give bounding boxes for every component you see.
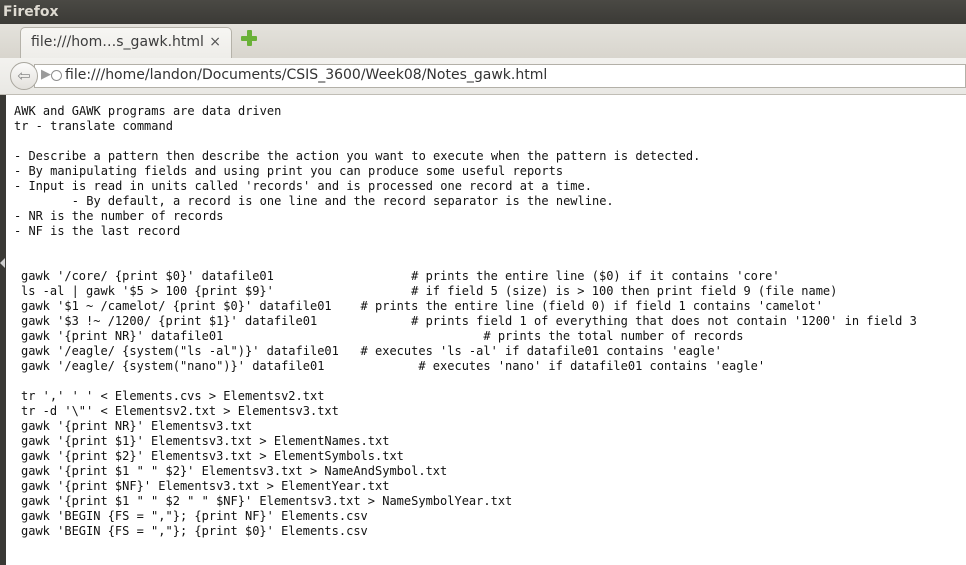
navigation-bar: ▶ file:///home/landon/Documents/CSIS_360… — [0, 58, 966, 95]
url-bar[interactable]: ▶ file:///home/landon/Documents/CSIS_360… — [34, 64, 966, 88]
command-line: tr -d '\"' < Elementsv2.txt > Elementsv3… — [21, 404, 339, 418]
note-line: - NR is the number of records — [14, 209, 224, 223]
tab-title: file:///hom…s_gawk.html — [31, 34, 204, 50]
note-line: - NF is the last record — [14, 224, 181, 238]
tab-current[interactable]: file:///hom…s_gawk.html × — [20, 27, 232, 58]
command-line: gawk '{print $1 " " $2 " " $NF}' Element… — [21, 494, 513, 508]
command-line: gawk '{print NR}' datafile01 # prints th… — [21, 329, 744, 343]
note-line: AWK and GAWK programs are data driven — [14, 104, 282, 118]
command-line: gawk '$1 ~ /camelot/ {print $0}' datafil… — [21, 299, 823, 313]
window-title: Firefox — [3, 4, 59, 20]
command-line: gawk '{print $NF}' Elementsv3.txt > Elem… — [21, 479, 390, 493]
back-arrow-icon[interactable]: ⇦ — [10, 62, 38, 90]
page-content: AWK and GAWK programs are data driven tr … — [0, 95, 966, 565]
command-line: gawk 'BEGIN {FS = ","}; {print $0}' Elem… — [21, 524, 368, 538]
command-line: gawk '{print $1 " " $2}' Elementsv3.txt … — [21, 464, 448, 478]
globe-icon — [51, 70, 62, 81]
commands-block: gawk '/core/ {print $0}' datafile01 # pr… — [21, 269, 917, 539]
note-line — [14, 134, 700, 149]
sidebar-toggle-arrow-icon[interactable] — [0, 258, 5, 268]
command-line — [21, 374, 917, 389]
command-line: gawk '{print NR}' Elementsv3.txt — [21, 419, 253, 433]
note-line: - Describe a pattern then describe the a… — [14, 149, 701, 163]
command-line: tr ',' ' ' < Elements.cvs > Elementsv2.t… — [21, 389, 325, 403]
note-line: - Input is read in units called 'records… — [14, 179, 592, 193]
command-line: gawk '/core/ {print $0}' datafile01 # pr… — [21, 269, 780, 283]
command-line: gawk '$3 !~ /1200/ {print $1}' datafile0… — [21, 314, 917, 328]
note-line: - By default, a record is one line and t… — [14, 194, 614, 208]
command-line: gawk '/eagle/ {system("ls -al")}' datafi… — [21, 344, 722, 358]
note-line: - By manipulating fields and using print… — [14, 164, 564, 178]
plus-icon[interactable] — [241, 30, 257, 46]
close-icon[interactable]: × — [209, 34, 221, 50]
command-line: gawk '/eagle/ {system("nano")}' datafile… — [21, 359, 766, 373]
forward-arrow-icon[interactable]: ▶ — [41, 67, 51, 82]
command-line: gawk 'BEGIN {FS = ","}; {print NF}' Elem… — [21, 509, 368, 523]
note-line: tr - translate command — [14, 119, 173, 133]
window-titlebar: Firefox — [0, 0, 966, 24]
tab-strip: file:///hom…s_gawk.html × — [0, 24, 966, 59]
command-line: gawk '{print $2}' Elementsv3.txt > Eleme… — [21, 449, 404, 463]
command-line: gawk '{print $1}' Elementsv3.txt > Eleme… — [21, 434, 390, 448]
command-line: ls -al | gawk '$5 > 100 {print $9}' # if… — [21, 284, 838, 298]
window-left-edge — [0, 95, 6, 565]
notes-block: AWK and GAWK programs are data driven tr … — [14, 104, 700, 239]
url-text[interactable]: file:///home/landon/Documents/CSIS_3600/… — [65, 67, 547, 83]
